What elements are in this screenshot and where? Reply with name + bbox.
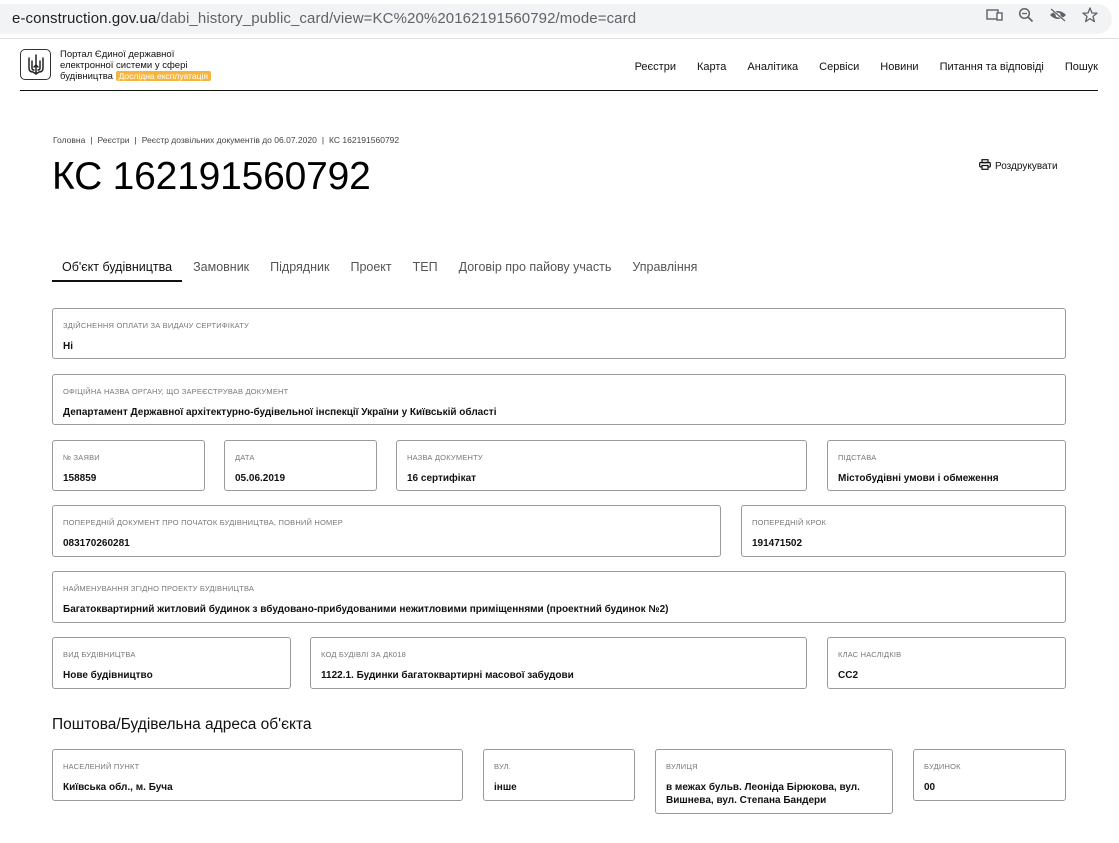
field-value: Ні: [63, 341, 73, 352]
portal-name[interactable]: Портал Єдиної державної електронної сист…: [60, 49, 230, 83]
field-value: інше: [494, 782, 517, 793]
tab-management[interactable]: Управління: [622, 257, 707, 282]
breadcrumb-current: КС 162191560792: [329, 135, 400, 145]
field-consequence-class: Клас наслідків СС2: [827, 637, 1066, 689]
print-button[interactable]: Роздрукувати: [979, 159, 1058, 173]
field-label: Здійснення оплати за видачу сертифікату: [63, 321, 249, 330]
print-label: Роздрукувати: [995, 160, 1058, 172]
field-value: 1122.1. Будинки багатоквартирні масової …: [321, 670, 574, 681]
field-organ: Офіційна назва органу, що зареєстрував д…: [52, 374, 1066, 425]
tab-construction-object[interactable]: Об'єкт будівництва: [52, 257, 183, 282]
field-value: 158859: [63, 473, 97, 484]
field-settlement: Населений пункт Київська обл., м. Буча: [52, 749, 463, 801]
breadcrumb-registry[interactable]: Реєстр дозвільних документів до 06.07.20…: [142, 135, 317, 145]
field-value: 191471502: [752, 538, 803, 549]
field-payment: Здійснення оплати за видачу сертифікату …: [52, 308, 1066, 359]
browser-toolbar: e-construction.gov.ua/dabi_history_publi…: [0, 0, 1119, 39]
main-nav: Реєстри Карта Аналітика Сервіси Новини П…: [614, 61, 1098, 73]
field-value: Багатоквартирний житловий будинок з вбуд…: [63, 604, 669, 615]
page-title: КС 162191560792: [52, 155, 371, 198]
breadcrumb-registries[interactable]: Реєстри: [98, 135, 130, 145]
field-label: Населений пункт: [63, 762, 140, 771]
nav-search[interactable]: Пошук: [1065, 61, 1098, 73]
field-basis: Підстава Містобудівні умови і обмеження: [827, 440, 1066, 491]
address-section-title: Поштова/Будівельна адреса об'єкта: [52, 716, 312, 733]
breadcrumb: Головна | Реєстри | Реєстр дозвільних докуме…: [53, 135, 399, 145]
tab-project[interactable]: Проект: [340, 257, 401, 282]
trident-logo-icon[interactable]: [20, 49, 51, 80]
field-value: Департамент Державної архітектурно-будів…: [63, 407, 497, 418]
field-label: Офіційна назва органу, що зареєстрував д…: [63, 387, 289, 396]
portal-name-line: будівництва: [60, 71, 113, 82]
address-bar[interactable]: e-construction.gov.ua/dabi_history_publi…: [0, 4, 1112, 34]
breadcrumb-separator: |: [321, 135, 325, 145]
portal-name-line: електронної системи у сфері: [60, 59, 188, 71]
field-value: 16 сертифікат: [407, 473, 477, 484]
tab-contractor[interactable]: Підрядник: [260, 257, 339, 282]
tab-equity-agreement[interactable]: Договір про пайову участь: [449, 257, 622, 282]
field-value: Нове будівництво: [63, 670, 153, 681]
field-label: Підстава: [838, 453, 877, 462]
field-value: 05.06.2019: [235, 473, 286, 484]
field-label: Попередній документ про початок будівниц…: [63, 518, 343, 527]
tab-tep[interactable]: ТЕП: [403, 257, 448, 282]
field-project-name: Найменування згідно проекту будівництва …: [52, 571, 1066, 623]
breadcrumb-separator: |: [90, 135, 93, 145]
field-label: Будинок: [924, 762, 961, 771]
nav-services[interactable]: Сервіси: [819, 61, 859, 73]
nav-registries[interactable]: Реєстри: [635, 61, 676, 73]
zoom-icon[interactable]: [1017, 6, 1035, 24]
site-header: Портал Єдиної державної електронної сист…: [20, 44, 1098, 91]
field-previous-step: Попередній крок 191471502: [741, 505, 1066, 557]
field-label: Клас наслідків: [838, 650, 902, 659]
url-path: /dabi_history_public_card/view=KC%20%201…: [156, 10, 637, 27]
field-document-name: Назва документу 16 сертифікат: [396, 440, 807, 491]
nav-analytics[interactable]: Аналітика: [747, 61, 798, 73]
url-host: e-construction.gov.ua: [12, 10, 157, 27]
breadcrumb-home[interactable]: Головна: [53, 135, 85, 145]
nav-faq[interactable]: Питання та відповіді: [940, 61, 1044, 73]
tab-customer[interactable]: Замовник: [183, 257, 259, 282]
nav-map[interactable]: Карта: [697, 61, 726, 73]
eye-off-icon[interactable]: [1049, 6, 1067, 24]
printer-icon: [979, 159, 991, 173]
field-previous-document: Попередній документ про початок будівниц…: [52, 505, 721, 557]
field-construction-type: Вид будівництва Нове будівництво: [52, 637, 291, 689]
field-value: 00: [924, 782, 936, 793]
address-bar-icons: [985, 6, 1099, 24]
field-label: № заяви: [63, 453, 100, 462]
field-label: Код будівлі за ДК018: [321, 650, 407, 659]
field-label: Вулиця: [666, 762, 698, 771]
field-label: Назва документу: [407, 453, 483, 462]
url-text[interactable]: e-construction.gov.ua/dabi_history_publi…: [12, 10, 636, 27]
portal-name-line: Портал Єдиної державної: [60, 49, 175, 60]
field-value: Містобудівні умови і обмеження: [838, 473, 999, 484]
nav-news[interactable]: Новини: [880, 61, 918, 73]
field-value: Київська обл., м. Буча: [63, 782, 173, 793]
field-label: Вул.: [494, 762, 512, 771]
field-building-code: Код будівлі за ДК018 1122.1. Будинки баг…: [310, 637, 807, 689]
field-label: Найменування згідно проекту будівництва: [63, 584, 255, 593]
field-value: 083170260281: [63, 538, 130, 549]
field-street-type: Вул. інше: [483, 749, 635, 801]
field-building-number: Будинок 00: [913, 749, 1066, 801]
field-value: в межах бульв. Леоніда Бірюкова, вул. Ви…: [666, 782, 860, 806]
field-application-number: № заяви 158859: [52, 440, 205, 491]
tab-bar: Об'єкт будівництва Замовник Підрядник Пр…: [52, 257, 708, 282]
beta-badge: Дослідна експлуатація: [115, 71, 211, 81]
breadcrumb-separator: |: [134, 135, 137, 145]
field-label: Вид будівництва: [63, 650, 136, 659]
install-app-icon[interactable]: [985, 6, 1003, 24]
field-street: Вулиця в межах бульв. Леоніда Бірюкова, …: [655, 749, 893, 814]
field-label: Дата: [235, 453, 255, 462]
field-value: СС2: [838, 670, 859, 681]
bookmark-star-icon[interactable]: [1081, 6, 1099, 24]
field-date: Дата 05.06.2019: [224, 440, 377, 491]
field-label: Попередній крок: [752, 518, 827, 527]
